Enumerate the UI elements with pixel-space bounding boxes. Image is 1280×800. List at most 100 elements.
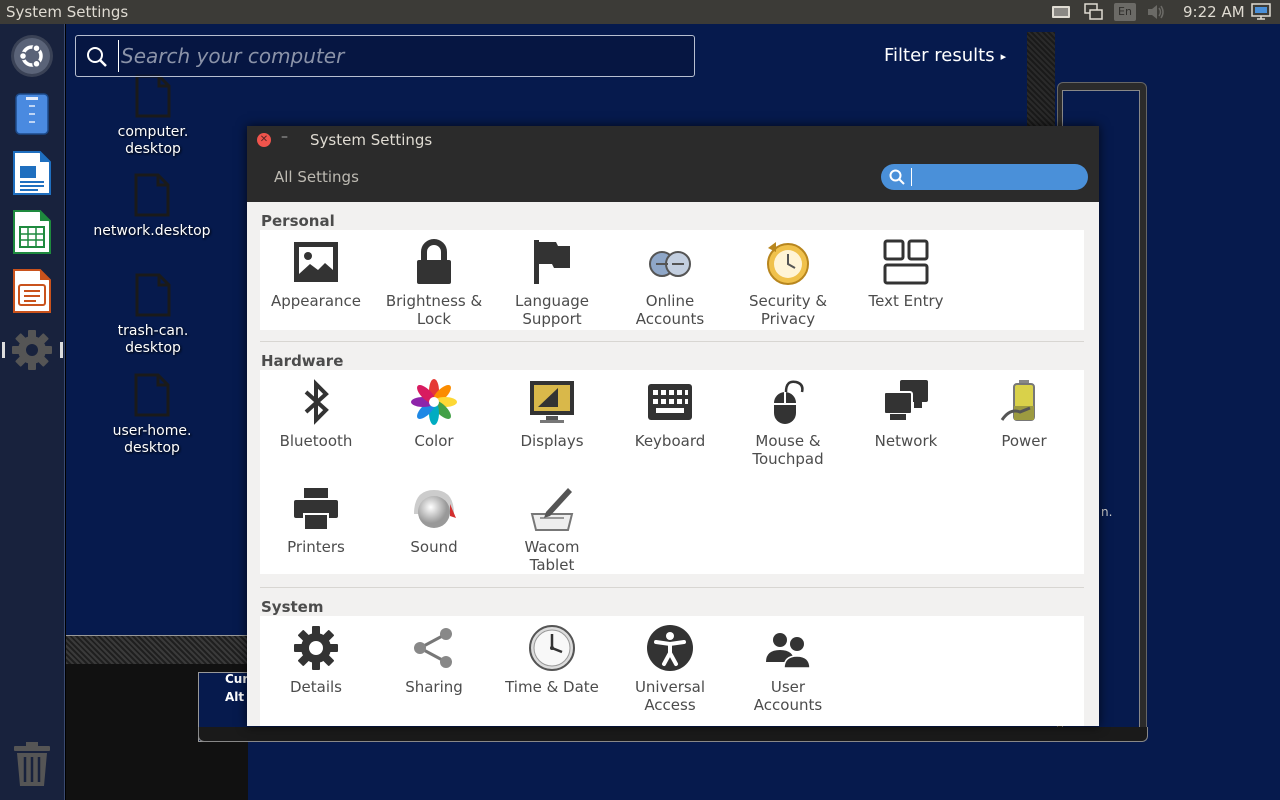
settings-item-label: Sound [410, 538, 458, 556]
settings-item-sharing[interactable]: Sharing [375, 624, 493, 696]
files-launcher-button[interactable] [10, 92, 54, 136]
window-title: System Settings [310, 131, 433, 149]
sound-icon [414, 490, 456, 528]
background-window-frame [198, 727, 1148, 742]
session-icon[interactable] [1250, 3, 1272, 21]
files-icon [15, 93, 49, 135]
settings-search-input[interactable] [911, 168, 1081, 186]
settings-item-user-accounts[interactable]: User Accounts [729, 624, 847, 714]
keyboard-indicator-icon[interactable] [1051, 3, 1071, 21]
background-window-text-left: Cur Alt [225, 670, 248, 706]
settings-item-label: Color [414, 432, 454, 450]
active-window-title: System Settings [6, 3, 129, 21]
desktop-icon-label: user-home. desktop [112, 423, 192, 456]
keyboard-icon [648, 384, 692, 420]
settings-item-brightness-lock[interactable]: Brightness & Lock [375, 238, 493, 328]
trash-launcher-button[interactable] [10, 742, 54, 786]
settings-item-label: Brightness & Lock [385, 292, 483, 328]
settings-item-label: Online Accounts [635, 292, 705, 328]
language-indicator[interactable]: En [1114, 3, 1136, 21]
display-icon [530, 381, 574, 423]
settings-item-label: Appearance [270, 292, 362, 310]
settings-item-label: User Accounts [753, 678, 823, 714]
settings-item-details[interactable]: Details [257, 624, 375, 696]
settings-item-mouse-touchpad[interactable]: Mouse & Touchpad [729, 378, 847, 468]
clock-history-icon [767, 242, 809, 285]
desktop-icon-label: computer. desktop [117, 124, 189, 157]
launcher [0, 24, 65, 800]
settings-content: Personal Hardware System Appearance Brig… [247, 202, 1099, 726]
settings-item-sound[interactable]: Sound [375, 484, 493, 556]
desktop-icon-computer[interactable]: computer. desktop [93, 74, 213, 158]
online-accounts-icon [649, 251, 691, 277]
network-icon[interactable] [1083, 3, 1103, 21]
settings-item-network[interactable]: Network [847, 378, 965, 450]
settings-item-power[interactable]: Power [965, 378, 1083, 450]
background-text-line: Alt [225, 690, 245, 704]
bluetooth-icon [304, 379, 329, 425]
impress-icon [13, 269, 51, 313]
settings-item-language-support[interactable]: Language Support [493, 238, 611, 328]
settings-item-bluetooth[interactable]: Bluetooth [257, 378, 375, 450]
system-settings-window: ✕ – System Settings All Settings Persona… [247, 126, 1099, 726]
writer-icon [13, 151, 51, 195]
mouse-icon [774, 380, 804, 424]
volume-icon[interactable] [1146, 3, 1166, 21]
window-titlebar[interactable]: ✕ – System Settings All Settings [247, 126, 1099, 202]
settings-item-displays[interactable]: Displays [493, 378, 611, 450]
clock-icon [529, 625, 575, 671]
background-window-text: n. [1101, 505, 1113, 519]
system-settings-launcher-button[interactable] [10, 328, 54, 372]
top-panel: System Settings En 9:22 AM [0, 0, 1280, 24]
ubuntu-dash-button[interactable] [10, 34, 54, 78]
clock[interactable]: 9:22 AM [1183, 3, 1245, 21]
impress-launcher-button[interactable] [10, 269, 54, 313]
settings-item-label: Details [289, 678, 342, 696]
settings-item-text-entry[interactable]: Text Entry [847, 238, 965, 310]
settings-item-online-accounts[interactable]: Online Accounts [611, 238, 729, 328]
users-icon [766, 633, 811, 669]
settings-item-universal-access[interactable]: Universal Access [611, 624, 729, 714]
dash-search-input[interactable] [118, 40, 678, 72]
settings-item-label: Universal Access [634, 678, 706, 714]
text-entry-icon [883, 239, 929, 285]
settings-item-time-date[interactable]: Time & Date [493, 624, 611, 696]
settings-item-keyboard[interactable]: Keyboard [611, 378, 729, 450]
appearance-icon [294, 242, 338, 282]
desktop-icon-trash-can[interactable]: trash-can. desktop [93, 273, 213, 357]
lock-icon [417, 239, 451, 284]
settings-item-appearance[interactable]: Appearance [257, 238, 375, 310]
section-title-system: System [261, 598, 324, 616]
settings-item-label: Network [874, 432, 938, 450]
accessibility-icon [647, 625, 693, 671]
writer-launcher-button[interactable] [10, 151, 54, 195]
background-text-line: Cur [225, 672, 249, 686]
settings-item-label: Security & Privacy [748, 292, 828, 328]
search-icon [889, 169, 905, 185]
calc-icon [13, 210, 51, 254]
close-button[interactable]: ✕ [257, 133, 271, 147]
gear-icon [12, 330, 52, 370]
minimize-button[interactable]: – [281, 129, 288, 145]
settings-item-label: Displays [520, 432, 584, 450]
network-icon [883, 380, 928, 420]
settings-search-box[interactable] [881, 164, 1088, 190]
filter-results-button[interactable]: Filter results ▸ [884, 45, 1006, 66]
desktop-icon-network[interactable]: network.desktop [92, 173, 212, 240]
settings-item-color[interactable]: Color [375, 378, 493, 450]
dash-search-box[interactable] [75, 35, 695, 77]
battery-icon [1000, 380, 1035, 421]
settings-item-wacom-tablet[interactable]: Wacom Tablet [493, 484, 611, 574]
running-indicator [2, 342, 5, 358]
settings-item-security-privacy[interactable]: Security & Privacy [729, 238, 847, 328]
file-icon [134, 373, 170, 417]
divider [260, 341, 1084, 342]
desktop-icon-user-home[interactable]: user-home. desktop [92, 373, 212, 457]
desktop-icon-label: trash-can. desktop [117, 323, 189, 356]
calc-launcher-button[interactable] [10, 210, 54, 254]
settings-item-printers[interactable]: Printers [257, 484, 375, 556]
settings-item-label: Printers [287, 538, 345, 556]
all-settings-button[interactable]: All Settings [265, 166, 368, 188]
settings-item-label: Wacom Tablet [524, 538, 580, 574]
desktop-icon-label: network.desktop [93, 223, 211, 239]
